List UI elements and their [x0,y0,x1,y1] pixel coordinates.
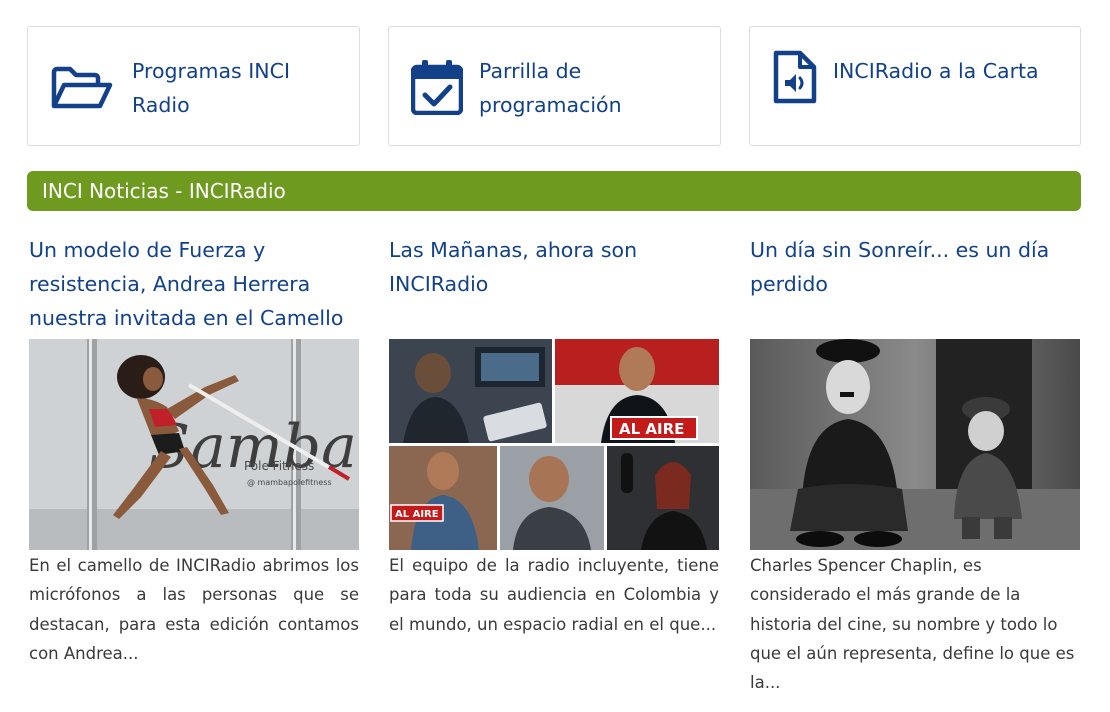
news-title-link[interactable]: Un modelo de Fuerza y resistencia, Andre… [29,233,369,335]
al-aire-sign: AL AIRE [619,420,684,438]
news-title-link[interactable]: Las Mañanas, ahora son INCIRadio [389,233,729,301]
news-image-radio-team[interactable]: AL AIRE AL AIRE [389,339,719,550]
programas-label: Programas INCI Radio [132,59,290,117]
parrilla-card[interactable]: Parrilla de programación [388,26,721,146]
carta-label: INCIRadio a la Carta [833,59,1039,83]
section-banner: INCI Noticias - INCIRadio [27,171,1081,211]
calendar-check-icon [410,59,464,119]
news-image-pole-fitness[interactable]: Samba Pole Fitness @ mambapolefitness [29,339,359,550]
news-excerpt: El equipo de la radio incluyente, tiene … [389,556,719,634]
audio-file-icon [772,49,818,109]
al-aire-sign-small: AL AIRE [395,509,439,520]
folder-open-icon [51,66,113,114]
section-title: INCI Noticias - INCIRadio [42,179,286,203]
carta-card[interactable]: INCIRadio a la Carta [749,26,1081,146]
news-excerpt: En el camello de INCIRadio abrimos los m… [29,556,359,663]
parrilla-label: Parrilla de programación [479,59,622,117]
news-excerpt: Charles Spencer Chaplin, es considerado … [750,556,1075,693]
news-title-link[interactable]: Un día sin Sonreír... es un día perdido [750,233,1090,301]
news-image-chaplin[interactable] [750,339,1080,550]
programas-card[interactable]: Programas INCI Radio [27,26,360,146]
logo-subtitle: Pole Fitness [244,459,314,473]
logo-handle: @ mambapolefitness [247,478,332,487]
